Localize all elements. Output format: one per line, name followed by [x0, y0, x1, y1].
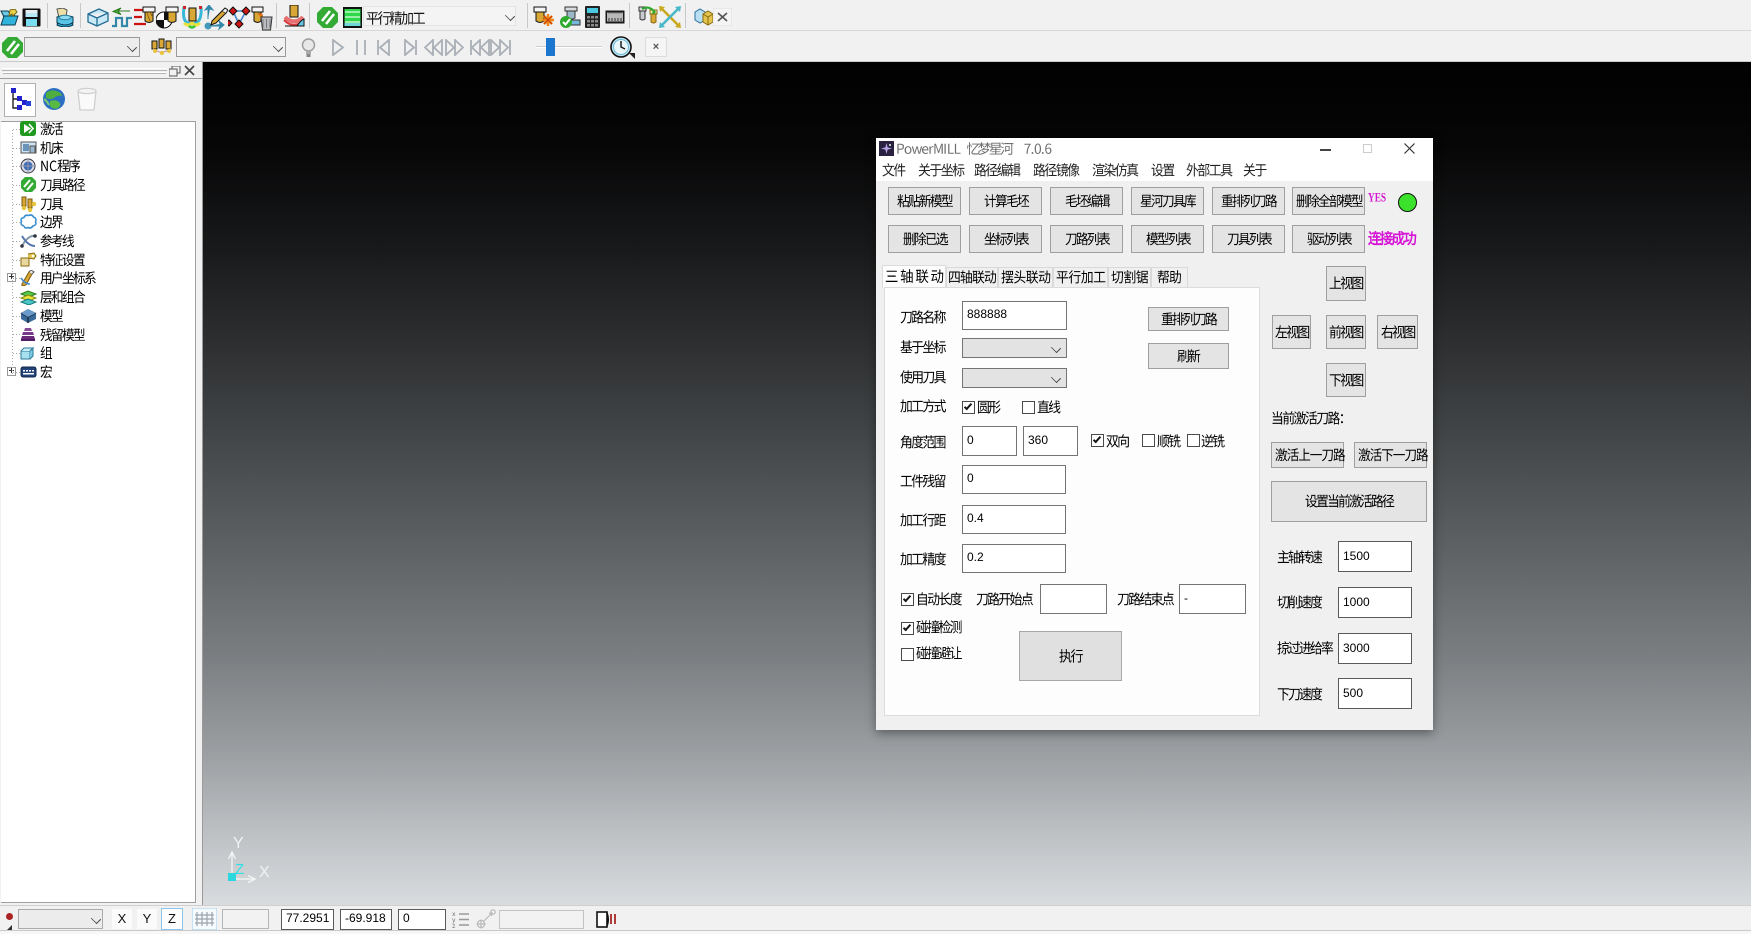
- svg-text:X: X: [259, 864, 270, 881]
- svg-text:Y: Y: [233, 835, 244, 852]
- svg-text:z: z: [452, 923, 456, 928]
- svg-text:Z: Z: [235, 861, 244, 878]
